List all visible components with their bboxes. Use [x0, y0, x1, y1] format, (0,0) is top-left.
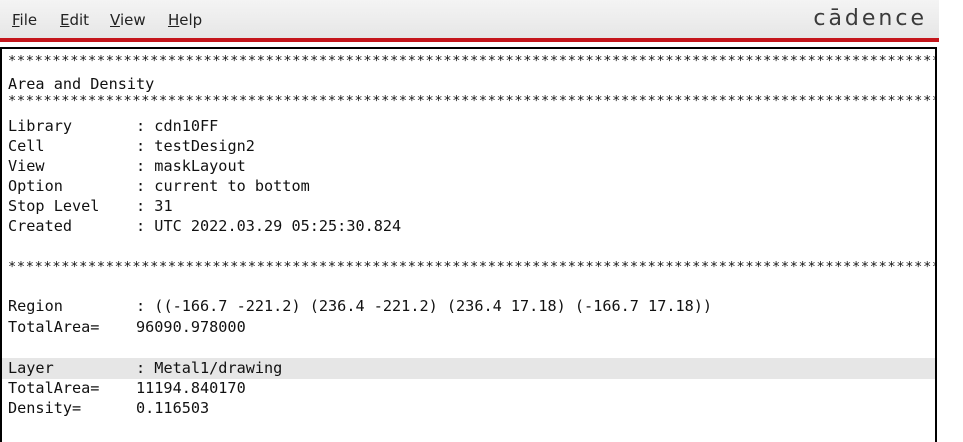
menu-view[interactable]: View	[110, 11, 146, 29]
region-label: Region	[8, 297, 63, 315]
menu-help-mnemonic: H	[168, 11, 180, 29]
total-area-label: TotalArea=	[8, 318, 100, 336]
density-value: 0.116503	[136, 399, 210, 417]
layer-label: Layer	[8, 359, 54, 377]
header-key: View	[8, 157, 45, 175]
header-value: : maskLayout	[136, 157, 246, 175]
menu-view-rest: iew	[119, 11, 146, 29]
menu-view-mnemonic: V	[110, 11, 120, 29]
brand-accent-bar	[0, 38, 939, 42]
menu-file[interactable]: File	[12, 11, 37, 29]
menu-file-mnemonic: F	[12, 11, 20, 29]
header-row-option: Option : current to bottom	[8, 176, 310, 196]
header-key: Created	[8, 217, 73, 235]
menu-edit[interactable]: Edit	[60, 11, 89, 29]
menu-bar: File Edit View Help cādence	[0, 0, 939, 38]
region-total-area-row: TotalArea= 96090.978000	[8, 317, 246, 337]
header-value: : testDesign2	[136, 137, 255, 155]
menu-help[interactable]: Help	[168, 11, 202, 29]
total-area-label: TotalArea=	[8, 379, 100, 397]
layer-density-row: Density= 0.116503	[8, 398, 209, 418]
separator-line: ****************************************…	[8, 259, 937, 275]
header-row-library: Library : cdn10FF	[8, 116, 218, 136]
menu-help-rest: elp	[179, 11, 203, 29]
header-row-cell: Cell : testDesign2	[8, 136, 255, 156]
header-value: : 31	[136, 197, 173, 215]
header-value: : current to bottom	[136, 177, 310, 195]
header-key: Option	[8, 177, 63, 195]
header-row-stop-level: Stop Level : 31	[8, 196, 173, 216]
layer-row[interactable]: Layer : Metal1/drawing	[8, 358, 282, 378]
separator-line: ****************************************…	[8, 53, 937, 69]
separator-line: ****************************************…	[8, 93, 937, 109]
header-value: : cdn10FF	[136, 117, 219, 135]
total-area-value: 11194.840170	[136, 379, 246, 397]
header-value: : UTC 2022.03.29 05:25:30.824	[136, 217, 402, 235]
header-key: Stop Level	[8, 197, 100, 215]
menu-file-rest: ile	[19, 11, 38, 29]
header-row-view: View : maskLayout	[8, 156, 246, 176]
report-output-pane[interactable]: ****************************************…	[0, 47, 937, 442]
cadence-logo: cādence	[813, 6, 927, 31]
header-row-created: Created : UTC 2022.03.29 05:25:30.824	[8, 216, 401, 236]
region-row: Region : ((-166.7 -221.2) (236.4 -221.2) …	[8, 296, 712, 316]
total-area-value: 96090.978000	[136, 318, 246, 336]
menu-edit-rest: dit	[69, 11, 90, 29]
window-gutter	[939, 0, 963, 437]
region-value: : ((-166.7 -221.2) (236.4 -221.2) (236.4…	[136, 297, 713, 315]
header-key: Library	[8, 117, 73, 135]
layer-value: : Metal1/drawing	[136, 359, 283, 377]
layer-total-area-row: TotalArea= 11194.840170	[8, 378, 246, 398]
header-key: Cell	[8, 137, 45, 155]
density-label: Density=	[8, 399, 82, 417]
